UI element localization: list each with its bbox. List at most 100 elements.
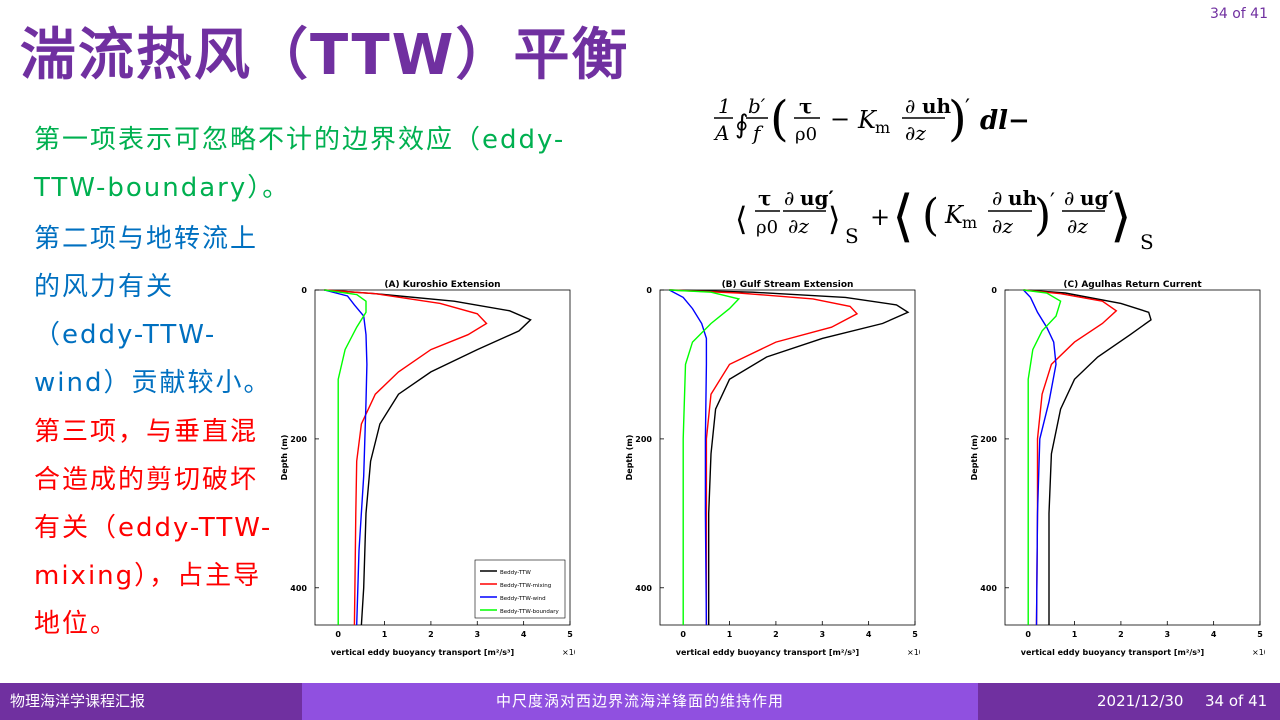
svg-text:⟨: ⟨ xyxy=(892,184,914,249)
formula-one: 1 xyxy=(718,94,731,118)
page-number: 34 of 41 xyxy=(1209,6,1268,22)
footer-course: 物理海洋学课程汇报 xyxy=(10,692,146,710)
chart-agulhas: (C) Agulhas Return Current 0 1 2 3 4 5 0 200 400 v… xyxy=(970,280,1265,657)
x-tick-label: 5 xyxy=(912,630,918,639)
formula-m2: m xyxy=(962,213,977,232)
text-eddy-ttw-wind: 第二项与地转流上的风力有关（eddy-TTW-wind）贡献较小。 xyxy=(34,224,272,398)
x-tick-label: 5 xyxy=(1257,630,1263,639)
legend-label: Beddy-TTW xyxy=(500,570,531,576)
series-line-beddy-ttw-boundary xyxy=(324,289,367,625)
chart-title: (A) Kuroshio Extension xyxy=(384,280,500,290)
formula-minus: − xyxy=(830,105,850,133)
plot-frame xyxy=(659,289,916,626)
series-line-beddy-ttw-boundary xyxy=(669,289,741,625)
series-line-beddy-ttw-wind xyxy=(324,289,368,626)
formula-rho: ρ0 xyxy=(795,124,817,145)
x-axis-label: vertical eddy buoyancy transport [m²/s³] xyxy=(1021,648,1204,657)
x-tick-label: 1 xyxy=(727,630,733,639)
chart-kuroshio: (A) Kuroshio Extension 0 1 2 3 4 5 0 200 400 verti… xyxy=(280,280,575,657)
svg-text:⟩: ⟩ xyxy=(828,200,840,238)
series-line-beddy-ttw xyxy=(1023,289,1152,625)
x-axis-scale: ×10⁻⁸ xyxy=(1252,648,1265,657)
chart-title: (B) Gulf Stream Extension xyxy=(722,280,854,290)
plot-frame xyxy=(1004,289,1261,626)
x-tick-label: 3 xyxy=(474,630,480,639)
x-tick-label: 0 xyxy=(680,630,686,639)
svg-text:(: ( xyxy=(922,190,939,241)
formula-S1: S xyxy=(845,224,859,248)
text-eddy-ttw-boundary: 第一项表示可忽略不计的边界效应（eddy-TTW-boundary）。 xyxy=(34,125,566,203)
formula-A: A xyxy=(713,121,729,145)
chart-gulf-stream: (B) Gulf Stream Extension 0 1 2 3 4 5 0 200 400 ve… xyxy=(625,280,920,657)
formula-S2: S xyxy=(1140,230,1154,254)
series-line-beddy-ttw-boundary xyxy=(1023,289,1062,625)
x-axis-label: vertical eddy buoyancy transport [m²/s³] xyxy=(676,648,859,657)
x-tick-label: 0 xyxy=(335,630,341,639)
x-axis-scale: ×10⁻⁸ xyxy=(562,648,575,657)
series-line-beddy-ttw-wind xyxy=(668,289,708,626)
svg-text:): ) xyxy=(948,91,967,147)
y-tick-label: 400 xyxy=(635,584,652,593)
formula-prime2: ′ xyxy=(1050,190,1055,215)
formula-dud: ∂ xyxy=(905,94,915,118)
legend-label: Beddy-TTW-boundary xyxy=(500,609,560,615)
y-tick-label: 400 xyxy=(980,584,997,593)
footer-date: 2021/12/30 xyxy=(1097,692,1184,710)
formula-prime: ′ xyxy=(965,96,970,121)
slide-title: 湍流热风（TTW）平衡 xyxy=(20,23,630,88)
x-tick-label: 5 xyxy=(567,630,573,639)
x-axis-scale: ×10⁻⁸ xyxy=(907,648,920,657)
formula-integral: ∮ xyxy=(735,110,749,140)
series-line-beddy-ttw-mixing xyxy=(669,289,859,625)
y-tick-label: 400 xyxy=(290,584,307,593)
formula-dug2: ∂ xyxy=(1064,186,1074,210)
formula-ug2: ug′ xyxy=(1080,186,1114,210)
y-axis-label: Depth (m) xyxy=(280,435,289,481)
formula-f: f xyxy=(751,121,764,145)
y-tick-label: 200 xyxy=(290,435,307,444)
footer-bar: 物理海洋学课程汇报 中尺度涡对西边界流海洋锋面的维持作用 2021/12/30 … xyxy=(0,683,1280,720)
x-tick-label: 4 xyxy=(866,630,872,639)
formula-dug: ∂ xyxy=(784,186,794,210)
formula-tau: τ xyxy=(799,94,812,118)
formula-dz3: ∂z xyxy=(992,214,1013,238)
formula-b: b′ xyxy=(748,94,766,118)
formula-dz2: ∂z xyxy=(788,214,809,238)
y-axis-label: Depth (m) xyxy=(625,435,634,481)
footer-page: 34 of 41 xyxy=(1205,692,1268,710)
y-tick-label: 0 xyxy=(646,286,652,295)
x-tick-label: 3 xyxy=(1164,630,1170,639)
x-tick-label: 2 xyxy=(1118,630,1124,639)
chart-title: (C) Agulhas Return Current xyxy=(1063,280,1202,290)
formula-dl: dl− xyxy=(980,106,1030,136)
x-axis-label: vertical eddy buoyancy transport [m²/s³] xyxy=(331,648,514,657)
x-tick-label: 0 xyxy=(1025,630,1031,639)
formula-tau2: τ xyxy=(758,186,771,210)
x-tick-label: 2 xyxy=(428,630,434,639)
y-tick-label: 0 xyxy=(991,286,997,295)
svg-text:(: ( xyxy=(770,91,789,147)
footer-topic: 中尺度涡对西边界流海洋锋面的维持作用 xyxy=(302,683,978,720)
svg-text:⟩: ⟩ xyxy=(1110,184,1132,249)
formula-dz: ∂z xyxy=(905,121,926,145)
formula-duh2: ∂ xyxy=(992,186,1002,210)
legend-label: Beddy-TTW-mixing xyxy=(500,583,551,589)
svg-text:⟨: ⟨ xyxy=(735,200,747,238)
y-tick-label: 200 xyxy=(635,435,652,444)
legend-label: Beddy-TTW-wind xyxy=(500,596,546,602)
x-tick-label: 4 xyxy=(1211,630,1217,639)
y-tick-label: 200 xyxy=(980,435,997,444)
formula-rho2: ρ0 xyxy=(756,217,778,238)
x-tick-label: 1 xyxy=(1072,630,1078,639)
text-eddy-ttw-mixing: 第三项，与垂直混合造成的剪切破坏有关（eddy-TTW-mixing），占主导地… xyxy=(34,417,273,639)
y-tick-label: 0 xyxy=(301,286,307,295)
x-tick-label: 4 xyxy=(521,630,527,639)
y-axis-label: Depth (m) xyxy=(970,435,979,481)
formula-m: m xyxy=(875,118,890,137)
x-tick-label: 2 xyxy=(773,630,779,639)
formula-plus: + xyxy=(870,203,890,231)
formula-dz4: ∂z xyxy=(1067,214,1088,238)
x-tick-label: 3 xyxy=(819,630,825,639)
ttw-formula: 1 A ∮ b′ f ( τ ρ0 − K m ∂ uh ∂z ) ′ dl− … xyxy=(713,91,1154,254)
x-tick-label: 1 xyxy=(382,630,388,639)
